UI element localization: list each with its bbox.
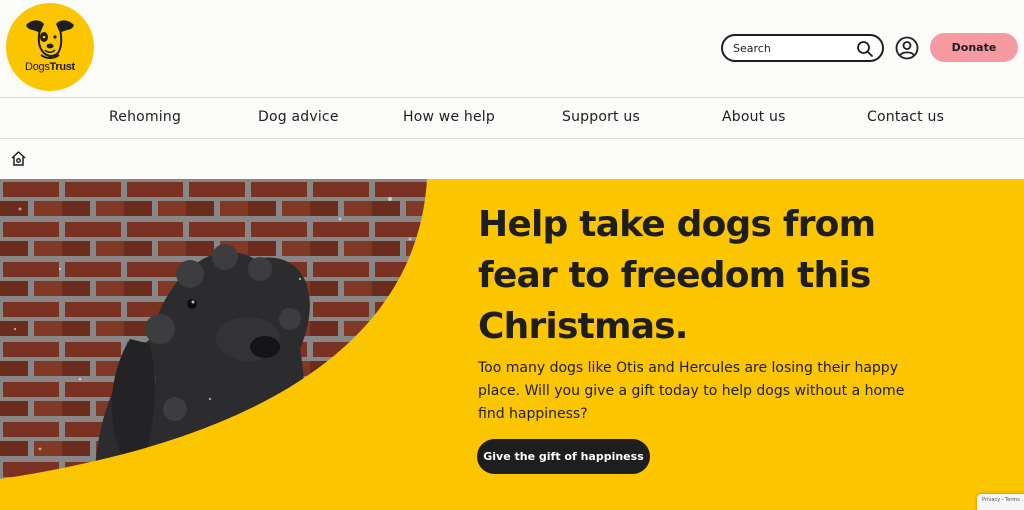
give-gift-button[interactable]: Give the gift of happiness <box>477 439 650 474</box>
nav-item-about-us[interactable]: About us <box>722 109 786 125</box>
hero-dog-photo <box>0 179 427 479</box>
hero-banner: Help take dogs from fear to freedom this… <box>0 179 1024 510</box>
search-box[interactable] <box>721 34 884 62</box>
home-icon[interactable] <box>10 150 27 167</box>
hero-title: Help take dogs from fear to freedom this… <box>478 204 876 347</box>
search-icon[interactable] <box>856 40 874 58</box>
nav-item-rehoming[interactable]: Rehoming <box>109 109 181 125</box>
nav-item-how-we-help[interactable]: How we help <box>403 109 495 125</box>
user-circle-icon[interactable] <box>895 36 919 60</box>
search-input[interactable] <box>733 39 851 57</box>
dog-face-icon <box>26 20 74 59</box>
main-nav: Rehoming Dog advice How we help Support … <box>0 97 1024 139</box>
donate-button[interactable]: Donate <box>930 33 1018 62</box>
recaptcha-badge[interactable]: Privacy - Terms <box>977 494 1024 510</box>
nav-item-contact-us[interactable]: Contact us <box>867 109 944 125</box>
site-header: DogsTrust Donate <box>0 0 1024 97</box>
nav-item-dog-advice[interactable]: Dog advice <box>258 109 339 125</box>
nav-item-support-us[interactable]: Support us <box>562 109 640 125</box>
logo-wordmark: DogsTrust <box>25 61 75 73</box>
hero-body-text: Too many dogs like Otis and Hercules are… <box>478 360 905 422</box>
dogs-trust-logo[interactable]: DogsTrust <box>6 3 94 91</box>
